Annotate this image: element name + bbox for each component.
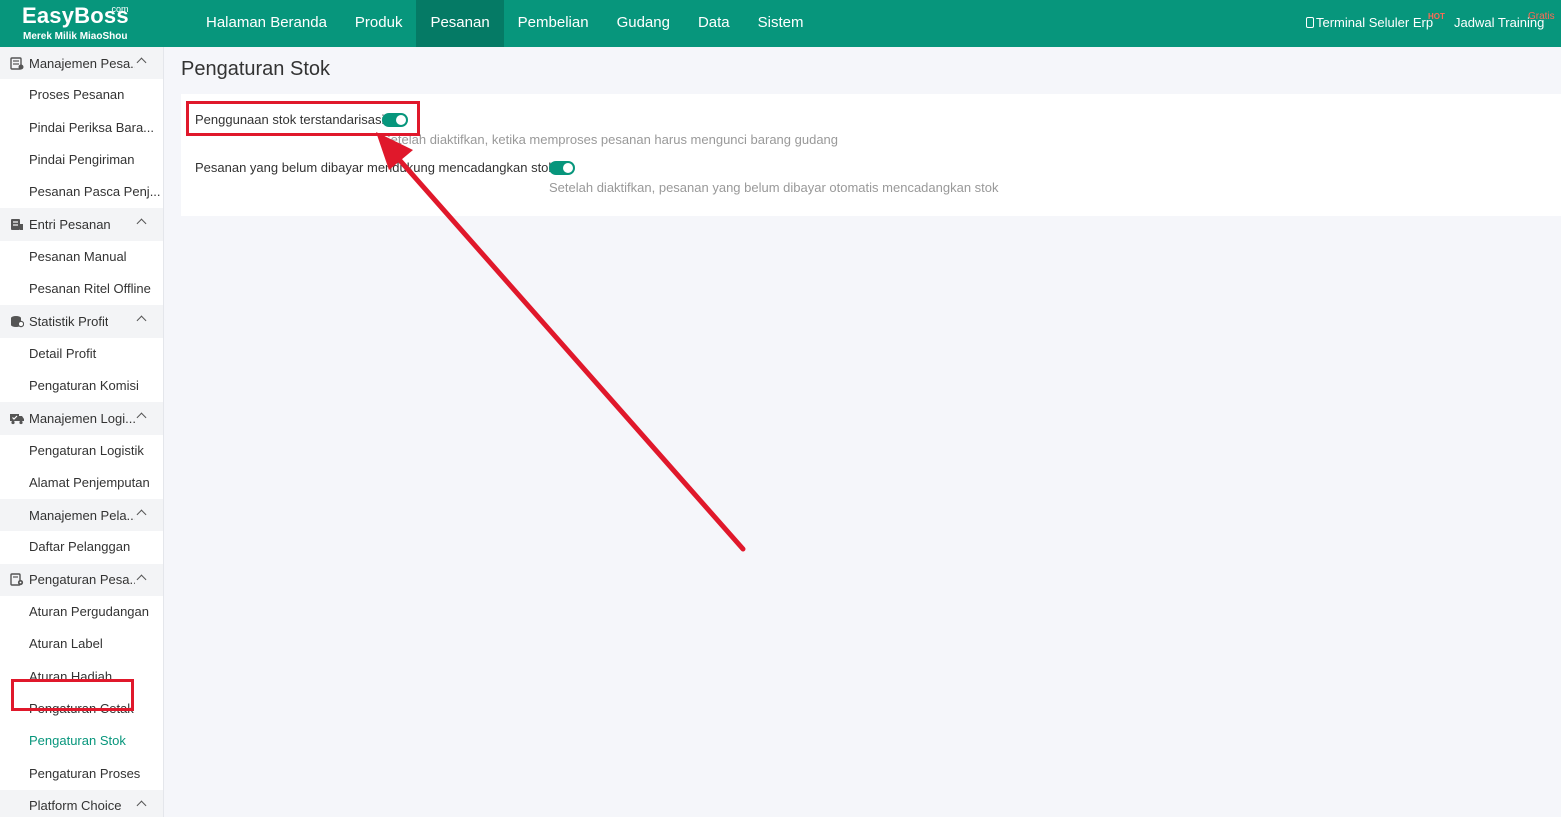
- sidebar-item-pesanan-ritel-offline[interactable]: Pesanan Ritel Offline: [0, 273, 163, 305]
- sidebar-item-daftar-pelanggan[interactable]: Daftar Pelanggan: [0, 531, 163, 563]
- top-navigation-bar: EasyBoss .com Merek Milik MiaoShou Halam…: [0, 0, 1561, 47]
- nav-item-pembelian[interactable]: Pembelian: [504, 0, 603, 47]
- sidebar-item-pesanan-pasca-penjualan[interactable]: Pesanan Pasca Penj...: [0, 176, 163, 208]
- sidebar-group-order-management[interactable]: Manajemen Pesa...: [0, 47, 163, 80]
- sidebar-item-pesanan-manual[interactable]: Pesanan Manual: [0, 241, 163, 273]
- sidebar-group-order-settings[interactable]: Pengaturan Pesa...: [0, 563, 163, 597]
- sidebar-group-customer-management[interactable]: Manajemen Pela...: [0, 499, 163, 532]
- phone-icon: [1306, 17, 1314, 28]
- order-management-icon: [10, 56, 24, 70]
- sidebar-item-pengaturan-stok[interactable]: Pengaturan Stok: [0, 725, 163, 757]
- sidebar-item-alamat-penjemputan[interactable]: Alamat Penjemputan: [0, 467, 163, 499]
- sidebar: Manajemen Pesa... Proses Pesanan Pindai …: [0, 47, 164, 817]
- mobile-terminal-label: Terminal Seluler Erp: [1316, 15, 1434, 30]
- sidebar-group-label: Platform Choice: [29, 798, 122, 814]
- nav-item-sistem[interactable]: Sistem: [744, 0, 818, 47]
- sidebar-item-proses-pesanan[interactable]: Proses Pesanan: [0, 79, 163, 111]
- mobile-terminal-link[interactable]: Terminal Seluler Erp: [1306, 15, 1433, 30]
- chevron-up-icon: [136, 800, 147, 811]
- sidebar-item-pengaturan-cetak[interactable]: Pengaturan Cetak: [0, 693, 163, 725]
- nav-item-pesanan[interactable]: Pesanan: [416, 0, 504, 47]
- sidebar-item-aturan-hadiah[interactable]: Aturan Hadiah: [0, 661, 163, 693]
- sidebar-group-label: Manajemen Logi...: [29, 410, 135, 426]
- toggle-standardized-stock[interactable]: [382, 113, 408, 127]
- sidebar-item-pengaturan-proses[interactable]: Pengaturan Proses: [0, 758, 163, 790]
- order-settings-icon: [10, 573, 24, 587]
- toggle-reserve-stock-unpaid[interactable]: [549, 161, 575, 175]
- logo-tagline: Merek Milik MiaoShou: [23, 31, 128, 42]
- setting-description-reserve-stock-unpaid: Setelah diaktifkan, pesanan yang belum d…: [549, 180, 999, 195]
- nav-item-produk[interactable]: Produk: [341, 0, 417, 47]
- sidebar-item-aturan-label[interactable]: Aturan Label: [0, 628, 163, 660]
- sidebar-group-profit-statistics[interactable]: Statistik Profit: [0, 305, 163, 338]
- chevron-up-icon: [136, 315, 147, 326]
- nav-item-halaman-beranda[interactable]: Halaman Beranda: [192, 0, 341, 47]
- sidebar-item-aturan-pergudangan[interactable]: Aturan Pergudangan: [0, 596, 163, 628]
- sidebar-group-logistics-management[interactable]: Manajemen Logi...: [0, 402, 163, 435]
- nav-item-data[interactable]: Data: [684, 0, 744, 47]
- page-title: Pengaturan Stok: [181, 58, 330, 80]
- brand-logo[interactable]: EasyBoss .com Merek Milik MiaoShou: [22, 3, 152, 43]
- setting-label-reserve-stock-unpaid: Pesanan yang belum dibayar mendukung men…: [195, 160, 555, 175]
- setting-description-standardized-stock: Setelah diaktifkan, ketika memproses pes…: [382, 132, 839, 147]
- logo-domain: .com: [109, 4, 129, 14]
- nav-item-gudang[interactable]: Gudang: [603, 0, 684, 47]
- sidebar-item-pengaturan-komisi[interactable]: Pengaturan Komisi: [0, 370, 163, 402]
- free-badge: Gratis: [1528, 11, 1555, 22]
- sidebar-group-label: Statistik Profit: [29, 314, 109, 330]
- hot-badge: HOT: [1428, 12, 1445, 21]
- chevron-up-icon: [136, 219, 147, 229]
- sidebar-group-label: Pengaturan Pesa...: [29, 572, 135, 588]
- sidebar-group-label: Manajemen Pela...: [29, 507, 135, 523]
- sidebar-group-label: Manajemen Pesa...: [29, 55, 135, 71]
- order-entry-icon: [11, 219, 23, 231]
- sidebar-group-platform-choice[interactable]: Platform Choice: [0, 789, 163, 817]
- sidebar-group-order-entry[interactable]: Entri Pesanan: [0, 208, 163, 241]
- logistics-icon: [10, 413, 24, 425]
- chevron-up-icon: [136, 412, 147, 423]
- chevron-up-icon: [136, 57, 147, 68]
- setting-label-standardized-stock: Penggunaan stok terstandarisasi:: [195, 112, 388, 127]
- chevron-up-icon: [136, 574, 147, 585]
- main-nav: Halaman Beranda Produk Pesanan Pembelian…: [192, 0, 817, 47]
- sidebar-item-pindai-periksa-barang[interactable]: Pindai Periksa Bara...: [0, 112, 163, 144]
- sidebar-group-label: Entri Pesanan: [29, 217, 111, 233]
- chevron-up-icon: [136, 509, 147, 520]
- sidebar-item-pindai-pengiriman[interactable]: Pindai Pengiriman: [0, 144, 163, 176]
- sidebar-item-pengaturan-logistik[interactable]: Pengaturan Logistik: [0, 435, 163, 467]
- sidebar-item-detail-profit[interactable]: Detail Profit: [0, 338, 163, 370]
- profit-statistics-icon: [11, 316, 24, 328]
